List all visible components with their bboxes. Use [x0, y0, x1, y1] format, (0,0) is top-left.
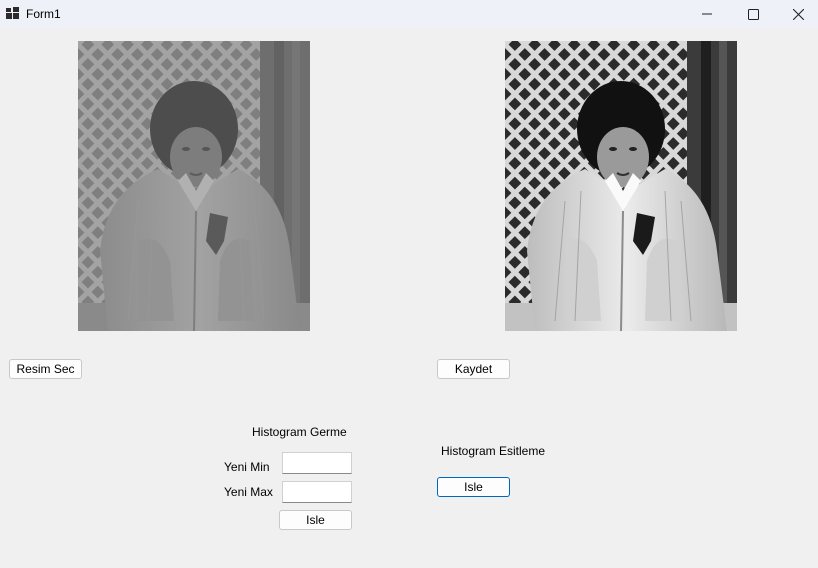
new-max-label: Yeni Max — [224, 485, 273, 499]
minimize-button[interactable] — [684, 0, 730, 28]
maximize-icon — [747, 8, 759, 20]
maximize-button[interactable] — [730, 0, 776, 28]
new-min-label: Yeni Min — [224, 460, 270, 474]
window-title: Form1 — [26, 7, 61, 21]
histogram-stretch-heading: Histogram Germe — [252, 425, 347, 439]
new-max-input[interactable] — [282, 481, 352, 503]
equalize-process-button[interactable]: Isle — [437, 477, 510, 497]
processed-photo — [505, 41, 737, 331]
new-min-input[interactable] — [282, 452, 352, 474]
histogram-equalize-heading: Histogram Esitleme — [441, 444, 546, 458]
original-image-box — [78, 41, 310, 331]
save-button[interactable]: Kaydet — [437, 359, 510, 379]
processed-image-box — [505, 41, 737, 331]
stretch-process-button[interactable]: Isle — [279, 510, 352, 530]
minimize-icon — [702, 13, 712, 15]
close-button[interactable] — [775, 0, 818, 28]
select-image-button[interactable]: Resim Sec — [9, 359, 82, 379]
title-bar: Form1 — [0, 0, 818, 28]
original-photo — [78, 41, 310, 331]
app-icon — [6, 7, 19, 19]
close-icon — [792, 8, 804, 20]
